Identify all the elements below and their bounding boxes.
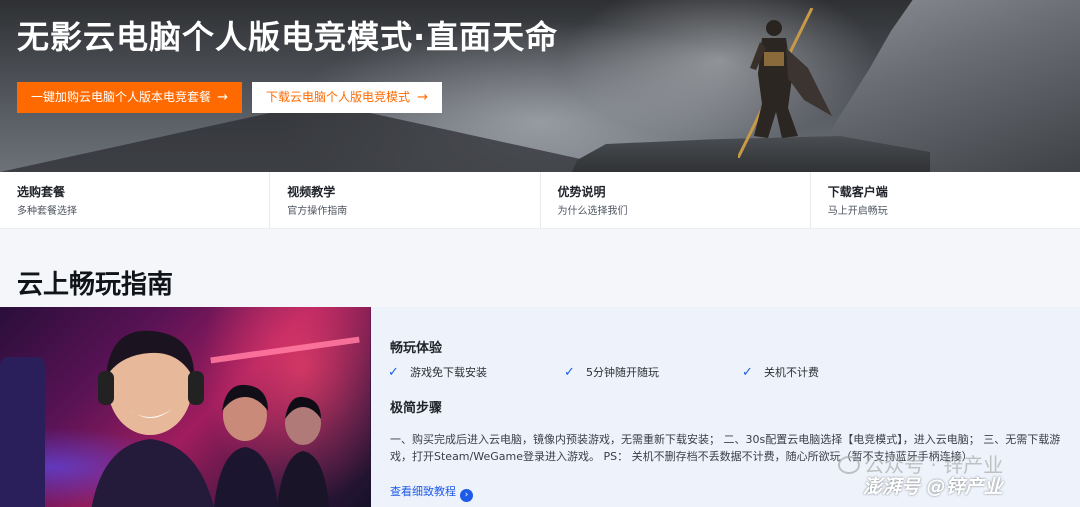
download-esports-mode-label: 下载云电脑个人版电竞模式 [266,90,411,104]
feature-item: ✓ 游戏免下载安装 [388,365,487,381]
quick-nav-subtitle: 马上开启畅玩 [827,206,888,217]
buy-esports-package-button[interactable]: 一键加购云电脑个人版本电竞套餐 → [17,82,242,113]
quick-nav-subtitle: 官方操作指南 [287,206,348,217]
quick-nav-title: 下载客户端 [827,185,888,199]
download-esports-mode-button[interactable]: 下载云电脑个人版电竞模式 → [252,82,442,113]
section-title: 云上畅玩指南 [17,270,174,300]
quick-nav: 选购套餐 多种套餐选择 视频教学 官方操作指南 优势说明 为什么选择我们 下载客… [0,172,1080,229]
arrow-right-icon: → [417,90,428,105]
feature-label: 关机不计费 [764,366,819,379]
quick-nav-title: 优势说明 [557,185,606,199]
feature-label: 5分钟随开随玩 [586,366,659,379]
thepaper-watermark: 澎湃号 @锌产业 [863,476,1003,498]
hero-banner: 无影云电脑个人版电竞模式·直面天命 一键加购云电脑个人版本电竞套餐 → 下载云电… [0,0,1080,172]
check-icon: ✓ [742,365,753,380]
gaming-chair [0,357,45,507]
arrow-right-icon: → [217,90,228,105]
detailed-tutorial-link[interactable]: 查看细致教程 › [390,484,473,502]
hero-title: 无影云电脑个人版电竞模式·直面天命 [17,18,559,56]
experience-heading: 畅玩体验 [390,341,443,356]
feature-item: ✓ 5分钟随开随玩 [564,365,659,381]
quick-nav-item-packages[interactable]: 选购套餐 多种套餐选择 [0,172,271,228]
quick-nav-title: 选购套餐 [17,185,66,199]
gamer-figure-3 [277,396,329,507]
quick-nav-item-video[interactable]: 视频教学 官方操作指南 [270,172,541,228]
quick-nav-item-advantages[interactable]: 优势说明 为什么选择我们 [541,172,811,228]
steps-heading: 极简步骤 [390,401,443,416]
buy-esports-package-label: 一键加购云电脑个人版本电竞套餐 [31,90,212,104]
wechat-icon [838,456,860,474]
quick-nav-subtitle: 多种套餐选择 [17,206,77,217]
feature-label: 游戏免下载安装 [410,366,487,379]
detailed-tutorial-label: 查看细致教程 [390,485,456,498]
gamer-figure [91,330,214,507]
check-icon: ✓ [388,365,399,380]
check-icon: ✓ [564,365,575,380]
feature-item: ✓ 关机不计费 [742,365,819,381]
hero-warrior-illustration [738,8,832,158]
gamer-figure-2 [214,384,278,507]
gamers-photo [0,307,371,507]
quick-nav-item-download[interactable]: 下载客户端 马上开启畅玩 [811,172,1080,228]
quick-nav-title: 视频教学 [287,185,336,199]
chevron-right-circle-icon: › [460,489,473,502]
quick-nav-subtitle: 为什么选择我们 [557,206,628,217]
